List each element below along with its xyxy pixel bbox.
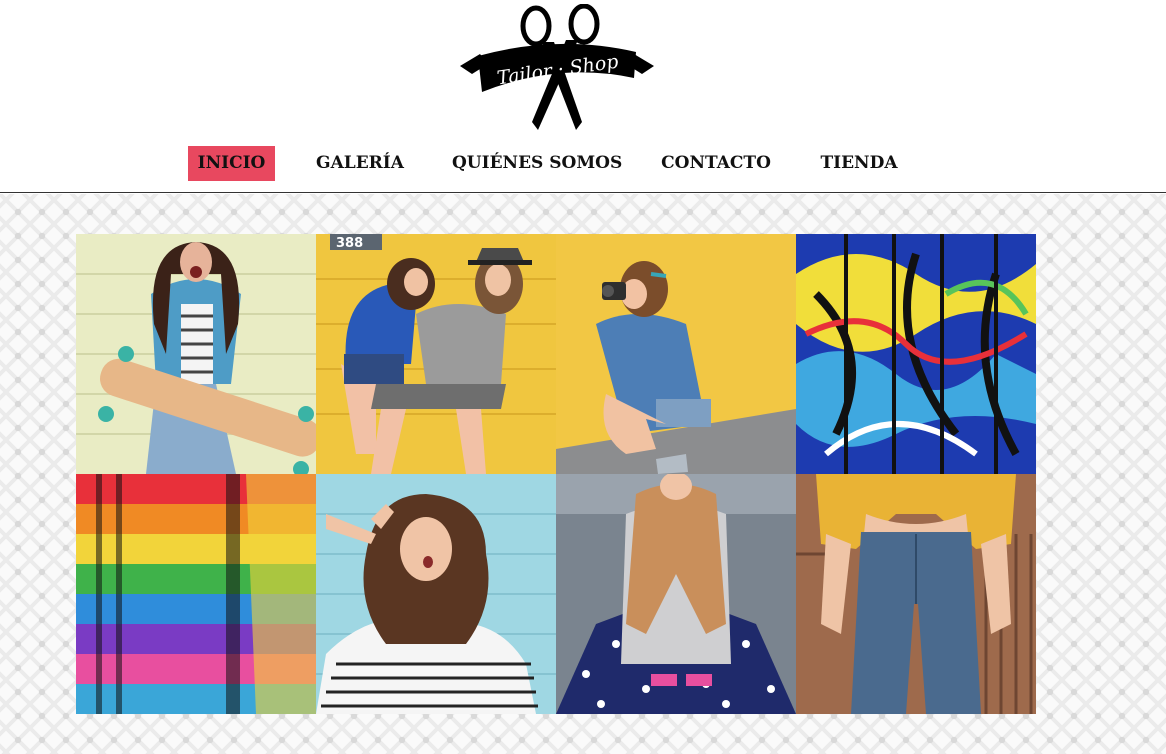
nav-item-quienes-somos[interactable]: QUIÉNES SOMOS [452, 146, 622, 181]
nav-item-tienda[interactable]: TIENDA [818, 146, 900, 181]
girl-with-camera-photo[interactable] [556, 234, 796, 474]
main-nav: INICIO GALERÍA QUIÉNES SOMOS CONTACTO TI… [0, 146, 1166, 182]
jeans-yellow-sweater-photo[interactable] [796, 474, 1036, 714]
nav-item-inicio[interactable]: INICIO [188, 146, 275, 181]
site-header: Tailor · Shop INICIO GALERÍA QUIÉNES SOM… [0, 0, 1166, 193]
nav-item-contacto[interactable]: CONTACTO [660, 146, 772, 181]
scissors-icon: Tailor · Shop [460, 4, 654, 130]
rainbow-striped-fabric-photo[interactable] [76, 474, 316, 714]
girl-with-longboard-photo[interactable] [76, 234, 316, 474]
nav-item-galeria[interactable]: GALERÍA [314, 146, 406, 181]
couple-yellow-wall-photo[interactable]: 388 [316, 234, 556, 474]
girl-peace-sign-photo[interactable] [316, 474, 556, 714]
tailor-shop-logo[interactable]: Tailor · Shop [458, 4, 656, 132]
girl-star-leggings-photo[interactable] [556, 474, 796, 714]
svg-text:388: 388 [336, 236, 363, 251]
graffiti-wall-photo[interactable] [796, 234, 1036, 474]
photo-gallery-grid: 388 [76, 234, 1036, 714]
